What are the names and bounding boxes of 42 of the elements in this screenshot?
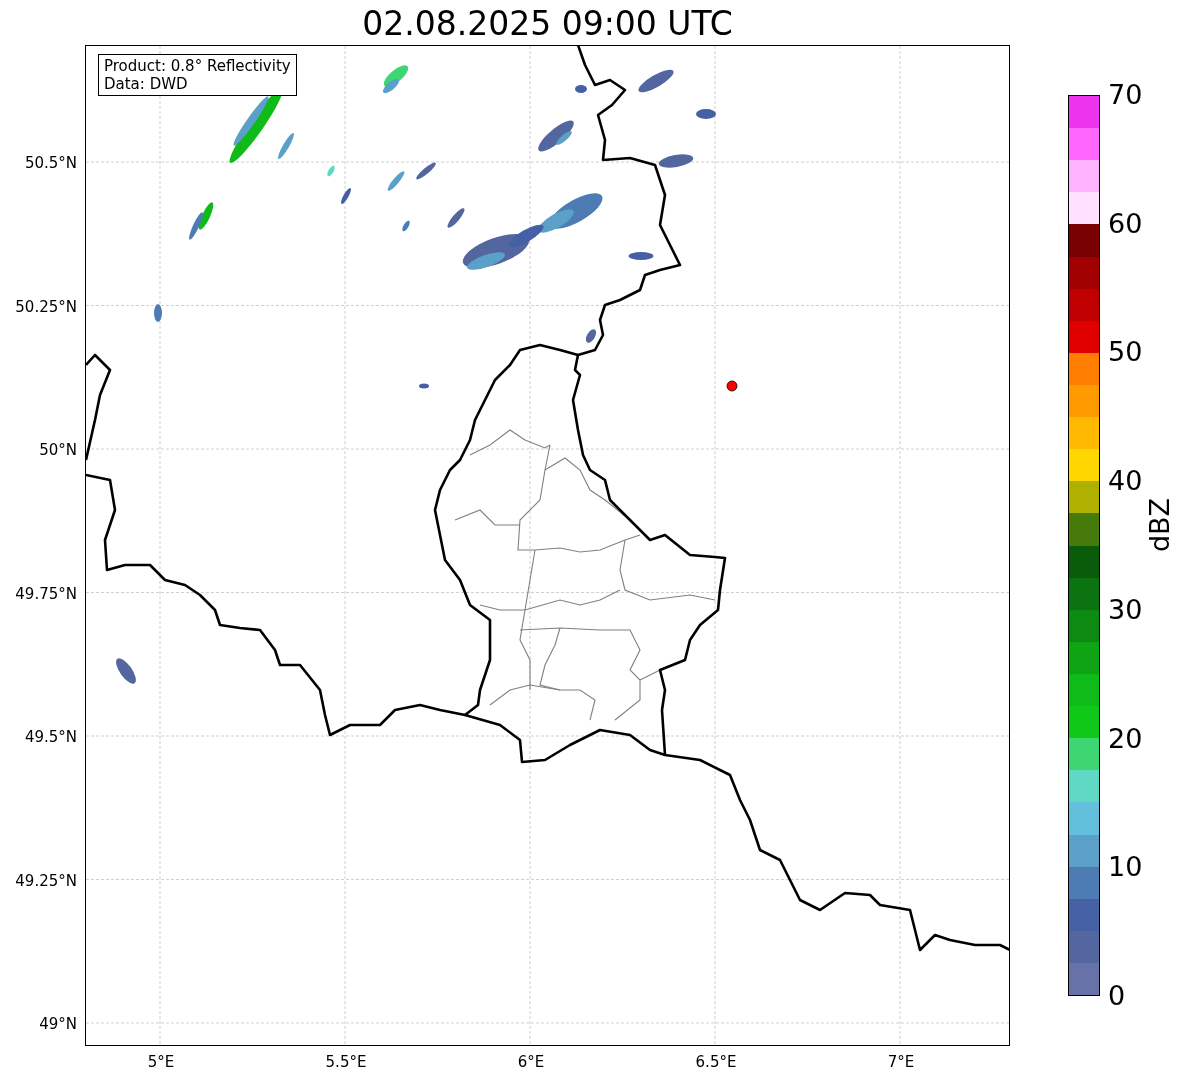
legend-text: Product: 0.8° Reflectivity — [104, 57, 291, 75]
color-scale-label: dBZ — [1145, 497, 1175, 553]
longitude-label: 5.5°E — [325, 1053, 367, 1071]
radar-echo — [154, 304, 162, 322]
radar-echo — [198, 202, 214, 230]
radar-echo — [696, 109, 716, 119]
longitude-label: 7°E — [887, 1053, 915, 1071]
latitude-label: 49.75°N — [15, 584, 77, 603]
latitude-label: 49.25°N — [15, 871, 77, 890]
radar-echo — [638, 69, 674, 93]
radar-echo — [341, 188, 351, 204]
radar-site-marker — [726, 380, 738, 392]
longitude-label: 6°E — [517, 1053, 545, 1071]
scale-tick-label: 50 — [1108, 337, 1143, 368]
radar-echo — [628, 252, 654, 260]
radar-echo — [116, 658, 136, 684]
latitude-label: 49°N — [39, 1015, 77, 1033]
latitude-label: 49.5°N — [24, 728, 77, 746]
scale-tick-label: 60 — [1108, 208, 1143, 239]
scale-tick-label: 20 — [1108, 723, 1143, 754]
latitude-label: 50.25°N — [15, 297, 77, 316]
radar-echo — [189, 212, 203, 240]
legend-text: Data: DWD — [104, 75, 189, 93]
radar-echo — [387, 171, 405, 191]
longitude-label: 6.5°E — [695, 1053, 737, 1071]
latitude-label: 50.5°N — [24, 154, 77, 172]
radar-echo — [447, 208, 465, 228]
scale-tick-label: 70 — [1108, 80, 1143, 110]
scale-tick-label: 10 — [1108, 852, 1143, 883]
scale-tick-label: 40 — [1108, 466, 1143, 497]
latitude-label: 50°N — [39, 441, 77, 459]
scale-tick-label: 0 — [1108, 981, 1126, 1011]
radar-echo — [585, 329, 597, 343]
chart-title: 02.08.2025 09:00 UTC — [362, 4, 733, 45]
radar-echo — [402, 220, 410, 232]
radar-echo — [327, 165, 335, 177]
scale-tick-label: 30 — [1108, 594, 1143, 625]
radar-echo — [416, 162, 436, 180]
longitude-label: 5°E — [147, 1053, 175, 1071]
radar-echo — [419, 383, 429, 389]
radar-echo — [658, 154, 694, 168]
radar-echo — [575, 85, 587, 93]
